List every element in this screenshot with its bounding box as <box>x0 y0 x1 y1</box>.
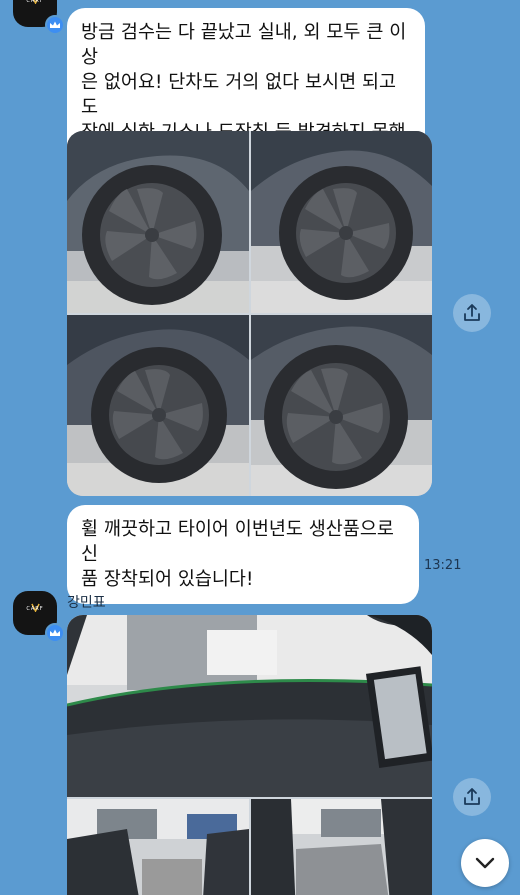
photo-door-left[interactable] <box>67 799 249 895</box>
photo-interior-dashboard[interactable] <box>67 615 432 797</box>
photo-grid[interactable] <box>67 131 432 496</box>
message-bubble: 휠 깨끗하고 타이어 이번년도 생산품으로 신 품 장착되어 있습니다! <box>67 505 419 604</box>
avatar-logo-text: CARF <box>26 0 44 4</box>
scroll-to-bottom-button[interactable] <box>461 839 509 887</box>
share-icon <box>464 304 480 321</box>
photo-wheel-rear-right[interactable] <box>251 315 432 496</box>
photo-wheel-rear-left[interactable] <box>67 315 249 496</box>
crown-icon <box>45 623 65 643</box>
photo-grid[interactable] <box>67 615 432 895</box>
crown-icon <box>45 15 65 35</box>
share-button[interactable] <box>453 778 491 816</box>
photo-door-right[interactable] <box>251 799 432 895</box>
share-button[interactable] <box>453 294 491 332</box>
avatar[interactable]: CARF <box>13 591 65 643</box>
photo-wheel-front-left[interactable] <box>67 131 249 313</box>
chevron-down-icon <box>475 857 495 869</box>
avatar-logo-text: CARF <box>26 606 44 612</box>
message-timestamp: 13:21 <box>424 558 462 573</box>
avatar[interactable]: CARF <box>13 0 65 35</box>
sender-name: 강민표 <box>67 595 106 611</box>
photo-wheel-front-right[interactable] <box>251 131 432 313</box>
share-icon <box>464 788 480 805</box>
